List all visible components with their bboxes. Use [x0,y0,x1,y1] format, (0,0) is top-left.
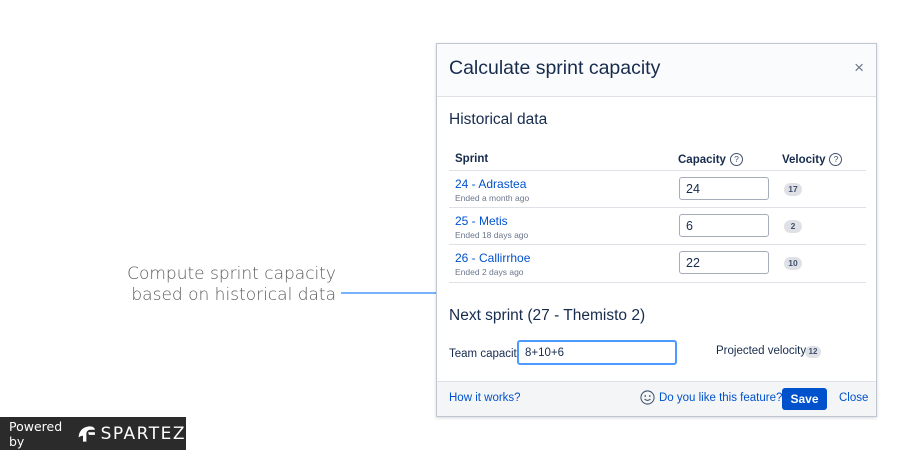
help-icon[interactable]: ? [729,153,743,166]
powered-by-banner[interactable]: Powered by SPARTEZ [0,417,186,450]
sprint-ended-text: Ended 2 days ago [455,267,524,277]
powered-by-text: Powered by [9,418,63,449]
save-button[interactable]: Save [782,388,827,410]
table-row: 26 - Callirrhoe Ended 2 days ago 10 [449,244,866,283]
historical-data-title: Historical data [449,111,548,128]
column-header-capacity: Capacity ? [678,153,743,166]
annotation-line-1: Compute sprint capacity [127,264,336,284]
annotation-text: Compute sprint capacity based on histori… [118,264,336,306]
spartez-logo-icon [78,425,95,442]
close-icon[interactable]: × [854,58,864,78]
column-header-sprint-label: Sprint [455,153,489,165]
velocity-badge: 10 [784,257,802,270]
help-icon[interactable]: ? [829,153,843,166]
column-header-sprint: Sprint [455,153,488,165]
team-capacity-input[interactable] [517,340,677,365]
smile-icon [640,390,655,405]
sprint-ended-text: Ended 18 days ago [455,230,529,240]
projected-velocity-label: Projected velocity: [716,345,810,357]
sprint-link[interactable]: 25 - Metis [455,214,508,228]
column-header-velocity: Velocity ? [782,153,843,166]
next-sprint-title: Next sprint (27 - Themisto 2) [449,307,646,324]
column-header-capacity-label: Capacity [678,153,726,166]
sprint-link[interactable]: 24 - Adrastea [455,177,526,191]
sprint-ended-text: Ended a month ago [455,193,530,203]
dialog-header: Calculate sprint capacity × [437,44,876,97]
dialog-title: Calculate sprint capacity [449,57,661,79]
capacity-input[interactable] [679,251,769,274]
dialog-footer: How it works? Do you like this feature? … [437,381,876,416]
velocity-badge: 2 [784,220,802,233]
team-capacity-label: Team capacity: [449,348,526,360]
capacity-input[interactable] [679,214,769,237]
velocity-badge: 17 [784,183,802,196]
capacity-input[interactable] [679,177,769,200]
projected-velocity-badge: 12 [805,346,821,358]
annotation-line-2: based on historical data [131,285,336,305]
feedback-text: Do you like this feature? [659,391,783,404]
spartez-brand: SPARTEZ [100,423,186,444]
sprint-link[interactable]: 26 - Callirrhoe [455,251,530,265]
column-header-velocity-label: Velocity [782,153,826,166]
table-row: 25 - Metis Ended 18 days ago 2 [449,207,866,245]
feedback-link[interactable]: Do you like this feature? [640,390,782,405]
table-row: 24 - Adrastea Ended a month ago 17 [449,170,866,208]
how-it-works-link[interactable]: How it works? [449,392,521,404]
sprint-capacity-dialog: Calculate sprint capacity × Historical d… [436,43,877,417]
close-button[interactable]: Close [839,392,868,404]
